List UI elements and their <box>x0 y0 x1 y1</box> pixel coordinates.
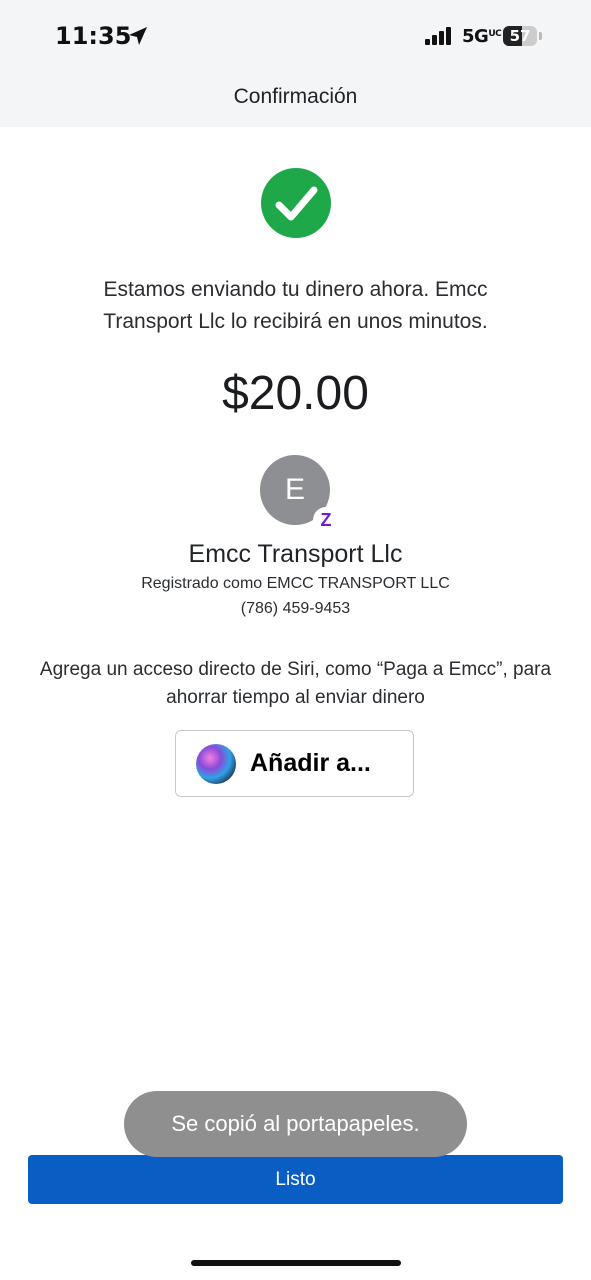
success-check-icon <box>261 168 331 238</box>
recipient-name: Emcc Transport Llc <box>188 540 403 568</box>
recipient-phone: (786) 459-9453 <box>240 600 351 617</box>
battery-level: 57 <box>509 27 531 45</box>
network-suffix: UC <box>488 29 502 39</box>
recipient-registered-as: Registrado como EMCC TRANSPORT LLC <box>141 575 450 592</box>
network-type: 5G <box>462 26 489 47</box>
siri-icon <box>196 744 236 784</box>
add-to-siri-label: Añadir a... <box>250 749 371 777</box>
battery-cap <box>539 32 542 40</box>
status-time: 11:35 <box>55 22 132 50</box>
confirmation-message: Estamos enviando tu dinero ahora. Emcc T… <box>103 278 488 333</box>
siri-shortcut-prompt: Agrega un acceso directo de Siri, como “… <box>39 659 552 708</box>
network-indicator: 5GUC <box>462 26 502 47</box>
home-indicator[interactable] <box>191 1260 401 1266</box>
amount-sent: $20.00 <box>222 367 369 420</box>
signal-icon <box>425 27 451 45</box>
done-button[interactable]: Listo <box>28 1155 563 1204</box>
battery-icon: 57 <box>503 26 537 46</box>
clipboard-toast: Se copió al portapapeles. <box>124 1091 467 1157</box>
zelle-badge-icon: Z <box>313 507 339 533</box>
add-to-siri-button[interactable]: Añadir a... <box>175 730 414 797</box>
location-arrow-icon <box>129 27 147 45</box>
page-title: Confirmación <box>233 85 358 108</box>
status-bar: 11:35 5GUC 57 <box>0 0 591 70</box>
